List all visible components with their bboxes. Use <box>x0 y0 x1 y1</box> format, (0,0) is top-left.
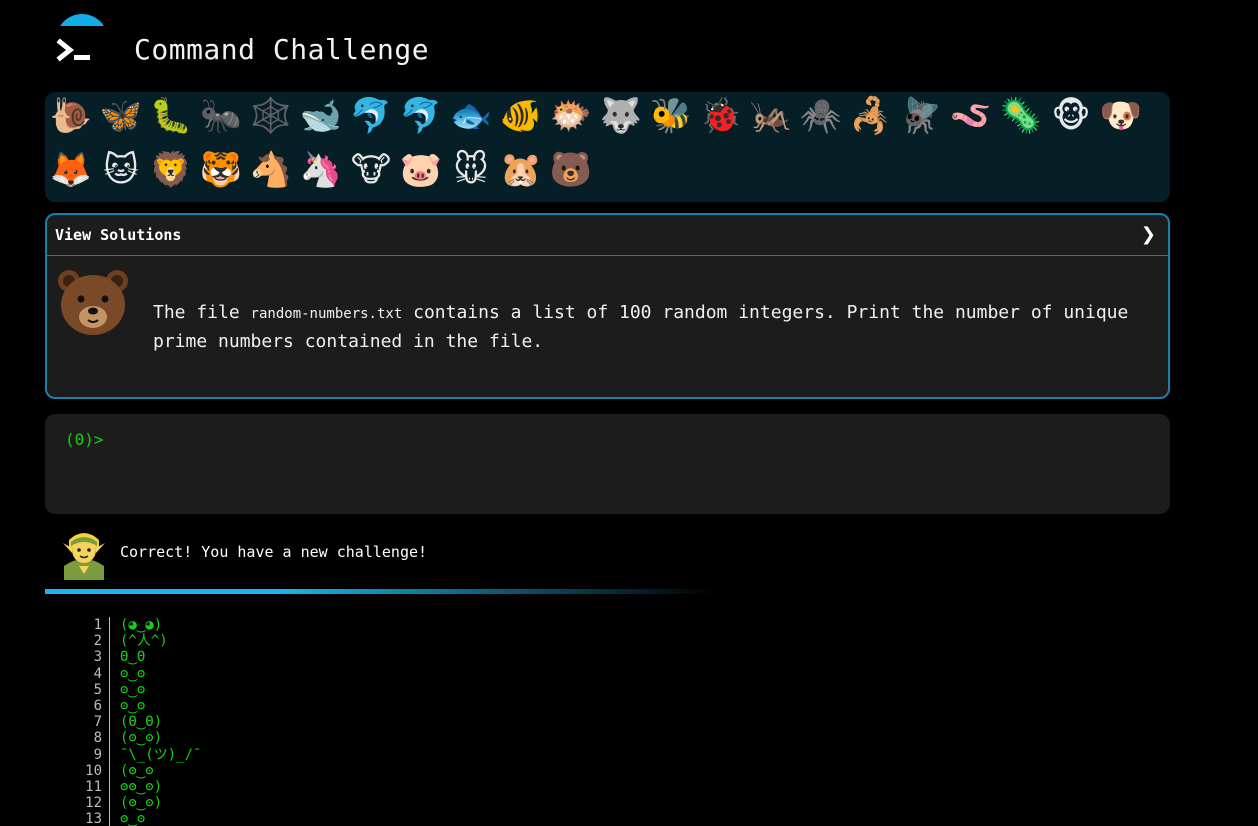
monkey-icon[interactable]: 🐵 <box>1049 94 1093 138</box>
line-number: 12 <box>85 795 102 812</box>
output-line: 9 ¯\_(ツ)_/¯ <box>80 746 680 764</box>
cat-icon[interactable]: 🐱 <box>99 148 143 192</box>
tropical-fish-icon[interactable]: 🐠 <box>499 94 543 138</box>
output-text: (ʘ‿ʘ) <box>120 795 163 812</box>
output-line: 1 (◕‿◕) <box>80 617 680 634</box>
elf-icon <box>63 533 105 580</box>
line-number: 11 <box>85 778 102 795</box>
solutions-label: View Solutions <box>55 226 182 244</box>
divider <box>45 589 715 594</box>
microbe-icon[interactable]: 🦠 <box>999 94 1043 138</box>
line-number: 10 <box>85 762 102 779</box>
ant-icon[interactable]: 🐜 <box>199 94 243 138</box>
lion-icon[interactable]: 🦁 <box>149 148 193 192</box>
terminal-prompt: (0)> <box>65 430 104 449</box>
status-text: Correct! You have a new challenge! <box>120 543 428 561</box>
output-text: ʘʘ‿ʘ) <box>120 778 163 795</box>
blowfish-icon[interactable]: 🐡 <box>549 94 593 138</box>
filename: random-numbers.txt <box>250 306 403 322</box>
output-text: ʘ‿ʘ <box>120 811 146 826</box>
animal-progress-bar: 🐌 🦋 🐛 🐜 🕸️ 🐋 🐬 🐬 🐟 🐠 🐡 🐺 🐝 🐞 🦗 🕷️ 🦂 🪰 🪱 🦠 🐵 🐶 🦊 🐱 🦁 🐯 🐴 🦄 🐮 🐷 🐭 🐹 🐻 <box>45 92 1170 202</box>
output-line: 3 Θ‿Θ <box>80 649 680 667</box>
output-line: 6 ʘ‿ʘ <box>80 697 680 715</box>
output-text: (◕‿◕) <box>120 617 163 633</box>
scorpion-icon[interactable]: 🦂 <box>849 94 893 138</box>
output-line: 7 (Θ‿Θ) <box>80 714 680 732</box>
line-number: 2 <box>93 633 102 650</box>
status-message: Correct! You have a new challenge! <box>45 524 1170 584</box>
output-list: 1 (◕‿◕) 2 (^人^) 3 Θ‿Θ 4 ʘ‿ʘ 5 ʘ‿ʘ 6 ʘ‿ʘ 7 (Θ‿Θ) 8 (ʘ‿ʘ)… <box>80 617 680 826</box>
line-number: 8 <box>93 730 102 747</box>
output-line: 2 (^人^) <box>80 633 680 651</box>
pig-icon[interactable]: 🐷 <box>399 148 443 192</box>
line-number: 13 <box>85 811 102 826</box>
worm-icon[interactable]: 🪱 <box>949 94 993 138</box>
output-text: Θ‿Θ <box>120 649 146 666</box>
mouse-icon[interactable]: 🐭 <box>449 148 493 192</box>
output-text: ʘ‿ʘ <box>120 697 146 714</box>
line-number: 5 <box>93 681 102 698</box>
dog-icon[interactable]: 🐶 <box>1099 94 1143 138</box>
output-line: 12 (ʘ‿ʘ) <box>80 795 680 813</box>
line-number: 7 <box>93 714 102 731</box>
snail-icon[interactable]: 🐌 <box>49 94 93 138</box>
app-header: Command Challenge <box>54 14 654 74</box>
bear-face-icon <box>58 270 128 335</box>
ladybug-icon[interactable]: 🐞 <box>699 94 743 138</box>
solutions-toggle[interactable]: View Solutions ❯ <box>47 215 1168 256</box>
output-line: 13 ʘ‿ʘ <box>80 811 680 826</box>
fox-icon[interactable]: 🦊 <box>49 148 93 192</box>
line-number: 3 <box>93 649 102 666</box>
output-line: 8 (ʘ‿ʘ) <box>80 730 680 748</box>
line-number: 9 <box>93 746 102 763</box>
wolf-icon[interactable]: 🐺 <box>599 94 643 138</box>
logo[interactable] <box>54 14 110 70</box>
dolphin-2-icon[interactable]: 🐬 <box>399 94 443 138</box>
output-line: 11 ʘʘ‿ʘ) <box>80 778 680 796</box>
output-text: ʘ‿ʘ <box>120 681 146 698</box>
fly-icon[interactable]: 🪰 <box>899 94 943 138</box>
fish-icon[interactable]: 🐟 <box>449 94 493 138</box>
spider-icon[interactable]: 🕷️ <box>799 94 843 138</box>
output-text: (ʘ‿ʘ) <box>120 730 163 747</box>
tiger-icon[interactable]: 🐯 <box>199 148 243 192</box>
output-line: 4 ʘ‿ʘ <box>80 665 680 683</box>
challenge-description: The file random-numbers.txt contains a l… <box>153 302 1129 352</box>
hamster-icon[interactable]: 🐹 <box>499 148 543 192</box>
bee-icon[interactable]: 🐝 <box>649 94 693 138</box>
output-text: ¯\_(ツ)_/¯ <box>120 746 202 763</box>
cow-icon[interactable]: 🐮 <box>349 148 393 192</box>
whale-icon[interactable]: 🐋 <box>299 94 343 138</box>
horse-icon[interactable]: 🐴 <box>249 148 293 192</box>
cricket-icon[interactable]: 🦗 <box>749 94 793 138</box>
unicorn-icon[interactable]: 🦄 <box>299 148 343 192</box>
spider-web-icon[interactable]: 🕸️ <box>249 94 293 138</box>
output-text: (Θ‿Θ) <box>120 714 163 731</box>
page-title: Command Challenge <box>134 33 430 66</box>
command-terminal[interactable]: (0)> <box>45 414 1170 514</box>
line-number: 6 <box>93 697 102 714</box>
solutions-panel: View Solutions ❯ The file random-numbers… <box>45 213 1170 399</box>
butterfly-icon[interactable]: 🦋 <box>99 94 143 138</box>
output-line: 10 (ʘ‿ʘ <box>80 762 680 780</box>
bear-icon[interactable]: 🐻 <box>549 148 593 192</box>
terminal-prompt-icon <box>56 38 90 62</box>
output-text: (^人^) <box>120 633 168 650</box>
output-text: ʘ‿ʘ <box>120 665 146 682</box>
line-number: 4 <box>93 665 102 682</box>
line-number: 1 <box>93 617 102 633</box>
chevron-right-icon: ❯ <box>1140 224 1156 245</box>
caterpillar-icon[interactable]: 🐛 <box>149 94 193 138</box>
output-line: 5 ʘ‿ʘ <box>80 681 680 699</box>
output-text: (ʘ‿ʘ <box>120 762 154 779</box>
dolphin-icon[interactable]: 🐬 <box>349 94 393 138</box>
